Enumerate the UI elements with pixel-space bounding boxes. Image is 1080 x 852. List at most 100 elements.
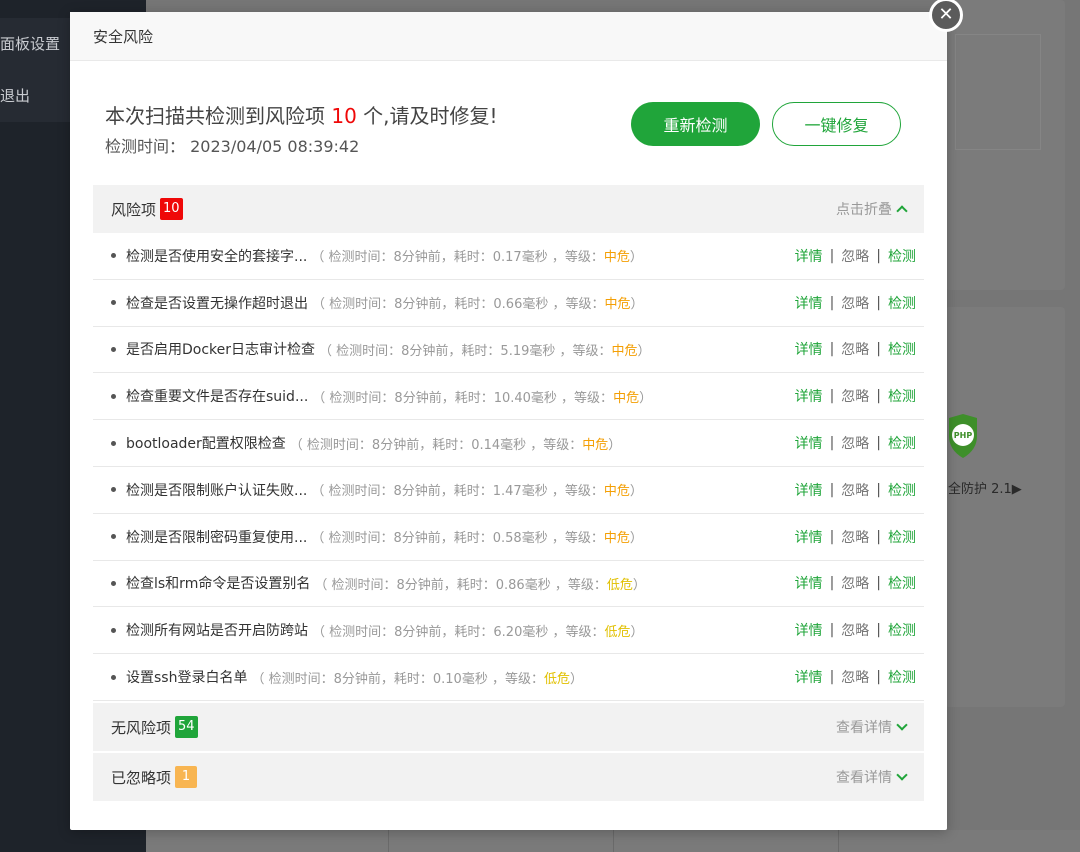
php-label: PHP xyxy=(954,431,973,440)
action-separator: | xyxy=(829,341,835,358)
check-link[interactable]: 检测 xyxy=(888,246,916,266)
bullet-icon xyxy=(111,346,116,352)
risk-meta-prefix: （ 检测时间：8分钟前，耗时：5.19毫秒 ，等级： xyxy=(319,343,612,359)
risk-actions: 详情 | 忽略 | 检测 xyxy=(795,339,916,359)
risk-meta: （ 检测时间：8分钟前，耗时：0.17毫秒 ，等级：中危） xyxy=(311,246,643,265)
ignore-link[interactable]: 忽略 xyxy=(841,339,869,359)
action-separator: | xyxy=(829,294,835,311)
check-link[interactable]: 检测 xyxy=(888,667,916,687)
detail-link[interactable]: 详情 xyxy=(795,339,823,359)
check-link[interactable]: 检测 xyxy=(888,433,916,453)
summary-prefix: 本次扫描共检测到风险项 xyxy=(105,104,325,128)
safe-section-title: 无风险项 54 xyxy=(111,716,198,738)
detail-link[interactable]: 详情 xyxy=(795,246,823,266)
risk-meta: （ 检测时间：8分钟前，耗时：0.66毫秒 ，等级：中危） xyxy=(312,293,644,312)
risk-row: 是否启用Docker日志审计检查 （ 检测时间：8分钟前，耗时：5.19毫秒 ，… xyxy=(93,327,924,374)
detail-link[interactable]: 详情 xyxy=(795,386,823,406)
risk-level: 中危 xyxy=(604,297,631,313)
risk-meta: （ 检测时间：8分钟前，耗时：0.10毫秒 ，等级：低危） xyxy=(251,668,583,687)
check-link[interactable]: 检测 xyxy=(888,480,916,500)
risk-meta-suffix: ） xyxy=(608,437,622,453)
bullet-icon xyxy=(111,580,116,586)
safe-section-label: 无风险项 xyxy=(111,718,172,737)
ignore-link[interactable]: 忽略 xyxy=(841,620,869,640)
risk-meta-suffix: ） xyxy=(632,577,646,593)
rescan-button[interactable]: 重新检测 xyxy=(631,102,760,146)
ignore-link[interactable]: 忽略 xyxy=(841,573,869,593)
view-details-label: 查看详情 xyxy=(836,770,892,786)
summary-count: 10 xyxy=(331,104,357,128)
risk-item: 检测所有网站是否开启防跨站 （ 检测时间：8分钟前，耗时：6.20毫秒 ，等级：… xyxy=(111,620,644,640)
collapse-toggle[interactable]: 点击折叠 xyxy=(836,199,908,219)
risk-name: 检测所有网站是否开启防跨站 xyxy=(126,623,308,640)
risk-meta-suffix: ） xyxy=(630,297,644,313)
risk-section-title: 风险项 10 xyxy=(111,198,183,220)
risk-row: 检查是否设置无操作超时退出 （ 检测时间：8分钟前，耗时：0.66毫秒 ，等级：… xyxy=(93,280,924,327)
action-separator: | xyxy=(876,481,881,498)
check-link[interactable]: 检测 xyxy=(888,620,916,640)
bullet-icon xyxy=(111,300,116,306)
detail-link[interactable]: 详情 xyxy=(795,433,823,453)
bg-card-top xyxy=(945,0,1065,290)
guard-plugin-label[interactable]: 全防护 2.1▶ xyxy=(948,478,1022,497)
risk-meta: （ 检测时间：8分钟前，耗时：0.58毫秒 ，等级：中危） xyxy=(311,527,643,546)
risk-list: 检测是否使用安全的套接字... （ 检测时间：8分钟前，耗时：0.17毫秒 ，等… xyxy=(93,233,924,701)
action-separator: | xyxy=(876,575,881,592)
risk-meta: （ 检测时间：8分钟前，耗时：0.14毫秒 ，等级：中危） xyxy=(290,434,622,453)
risk-level: 中危 xyxy=(582,437,609,453)
risk-row: 检查ls和rm命令是否设置别名 （ 检测时间：8分钟前，耗时：0.86毫秒 ，等… xyxy=(93,561,924,608)
detail-link[interactable]: 详情 xyxy=(795,667,823,687)
risk-actions: 详情 | 忽略 | 检测 xyxy=(795,433,916,453)
collapse-toggle-label: 点击折叠 xyxy=(836,202,892,218)
view-details-label: 查看详情 xyxy=(836,720,892,736)
risk-meta: （ 检测时间：8分钟前，耗时：1.47毫秒 ，等级：中危） xyxy=(311,480,643,499)
risk-row: 检查重要文件是否存在suid... （ 检测时间：8分钟前，耗时：10.40毫秒… xyxy=(93,373,924,421)
summary-suffix: 个,请及时修复! xyxy=(363,104,498,128)
ignore-link[interactable]: 忽略 xyxy=(841,480,869,500)
sidebar-item-logout[interactable]: 退出 xyxy=(0,85,30,106)
risk-row: 检测是否限制密码重复使用... （ 检测时间：8分钟前，耗时：0.58毫秒 ，等… xyxy=(93,514,924,561)
risk-name: bootloader配置权限检查 xyxy=(126,436,286,453)
modal-title: 安全风险 xyxy=(93,27,154,46)
check-link[interactable]: 检测 xyxy=(888,527,916,547)
bullet-icon xyxy=(111,253,116,259)
detail-link[interactable]: 详情 xyxy=(795,480,823,500)
view-safe-details-toggle[interactable]: 查看详情 xyxy=(836,717,908,737)
risk-row: bootloader配置权限检查 （ 检测时间：8分钟前，耗时：0.14毫秒 ，… xyxy=(93,420,924,467)
risk-meta: （ 检测时间：8分钟前，耗时：5.19毫秒 ，等级：中危） xyxy=(319,340,651,359)
action-separator: | xyxy=(829,528,835,545)
risk-meta-prefix: （ 检测时间：8分钟前，耗时：10.40毫秒 ，等级： xyxy=(312,390,614,406)
risk-name: 检测是否限制账户认证失败... xyxy=(126,482,308,499)
ignore-link[interactable]: 忽略 xyxy=(841,386,869,406)
risk-count-badge: 10 xyxy=(160,198,183,220)
risk-row: 检测是否限制账户认证失败... （ 检测时间：8分钟前，耗时：1.47毫秒 ，等… xyxy=(93,467,924,514)
ignore-link[interactable]: 忽略 xyxy=(841,667,869,687)
detail-link[interactable]: 详情 xyxy=(795,293,823,313)
action-separator: | xyxy=(876,528,881,545)
risk-meta-prefix: （ 检测时间：8分钟前，耗时：0.58毫秒 ，等级： xyxy=(311,531,604,547)
ignored-section-title: 已忽略项 1 xyxy=(111,766,198,788)
detail-link[interactable]: 详情 xyxy=(795,620,823,640)
ignore-link[interactable]: 忽略 xyxy=(841,293,869,313)
risk-name: 检查ls和rm命令是否设置别名 xyxy=(126,576,311,593)
check-link[interactable]: 检测 xyxy=(888,293,916,313)
detail-link[interactable]: 详情 xyxy=(795,527,823,547)
bg-card-software xyxy=(945,307,1065,707)
ignore-link[interactable]: 忽略 xyxy=(841,433,869,453)
fix-all-button[interactable]: 一键修复 xyxy=(772,102,901,146)
check-link[interactable]: 检测 xyxy=(888,386,916,406)
risk-meta-suffix: ） xyxy=(629,250,643,266)
detail-link[interactable]: 详情 xyxy=(795,573,823,593)
ignore-link[interactable]: 忽略 xyxy=(841,246,869,266)
sidebar-item-panel-settings[interactable]: 面板设置 xyxy=(0,33,60,54)
risk-meta-suffix: ） xyxy=(639,390,653,406)
risk-section: 风险项 10 点击折叠 检测是否使用安全的套接字... （ 检测时间：8分钟前，… xyxy=(93,185,924,701)
risk-item: 检查重要文件是否存在suid... （ 检测时间：8分钟前，耗时：10.40毫秒… xyxy=(111,386,652,406)
risk-level: 中危 xyxy=(603,484,630,500)
ignore-link[interactable]: 忽略 xyxy=(841,527,869,547)
view-ignored-details-toggle[interactable]: 查看详情 xyxy=(836,767,908,787)
check-link[interactable]: 检测 xyxy=(888,573,916,593)
action-separator: | xyxy=(876,341,881,358)
risk-actions: 详情 | 忽略 | 检测 xyxy=(795,480,916,500)
check-link[interactable]: 检测 xyxy=(888,339,916,359)
